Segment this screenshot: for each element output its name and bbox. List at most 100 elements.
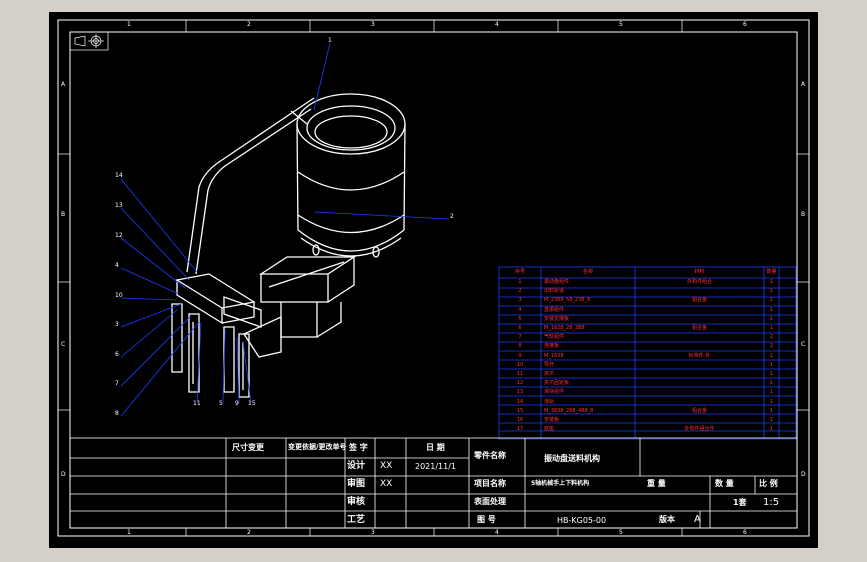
- bom-cell-name: 导杆: [544, 361, 555, 368]
- bom-header-qty: 数量: [766, 269, 777, 275]
- bom-cell-name: 出料轨道: [544, 288, 565, 295]
- tb-qty-h: 数 量: [715, 479, 734, 488]
- tb-rev: A: [694, 514, 701, 525]
- col-label: 3: [371, 21, 375, 28]
- col-label: 5: [619, 21, 623, 28]
- bom-cell-no: 12: [516, 380, 524, 387]
- col-label: 6: [743, 21, 747, 28]
- row-label: B: [61, 211, 66, 218]
- col-label: 2: [247, 21, 251, 28]
- bom-cell-no: 6: [518, 325, 522, 331]
- bom-cell-no: 13: [516, 389, 524, 396]
- row-label: D: [61, 471, 66, 478]
- bom-cell-qty: 2: [769, 343, 774, 350]
- tb-qty: 1套: [733, 498, 747, 507]
- tb-rev-h: 版本: [659, 515, 675, 524]
- row-label: B: [801, 211, 806, 218]
- bom-cell-no: 14: [516, 398, 524, 405]
- bom-header-name: 名称: [582, 269, 593, 275]
- row-label: A: [61, 81, 66, 88]
- tb-sign: 签 字: [349, 443, 368, 452]
- tb-design: 设计: [347, 461, 366, 471]
- bom-cell-name: 夹爪固定板: [544, 380, 570, 387]
- bom-cell-qty: 1: [769, 407, 774, 414]
- balloon-label: 4: [115, 262, 119, 269]
- tb-check: 审图: [347, 479, 366, 489]
- tb-weight-h: 重 量: [647, 479, 666, 488]
- tb-design-date: 2021/11/1: [415, 462, 457, 471]
- balloon-label: 1: [328, 37, 332, 44]
- col-label: 4: [495, 529, 499, 536]
- bom-cell-name: 夹爪: [544, 371, 555, 377]
- balloon-label: 7: [115, 380, 119, 387]
- tb-part-name-h: 零件名称: [474, 451, 506, 460]
- balloon-label: 6: [115, 351, 119, 358]
- row-label: C: [61, 341, 66, 348]
- bom-cell-mat: 铝合金: [691, 325, 707, 331]
- bom-cell-qty: 1: [769, 361, 774, 368]
- tb-proj: 5轴机械手上下料机构: [531, 480, 590, 487]
- balloon-label: 2: [450, 213, 454, 220]
- col-label: 2: [247, 529, 251, 536]
- leader-lines: [120, 42, 450, 417]
- bom-cell-qty: 1: [769, 352, 774, 359]
- bom-cell-mat: 标准件-外: [688, 352, 711, 359]
- bom-cell-qty: 2: [769, 334, 774, 341]
- bom-cell-name: 连接板: [544, 343, 560, 350]
- col-label: 5: [619, 529, 623, 536]
- row-label: D: [801, 471, 806, 478]
- bom-cell-mat: 铝合金: [691, 297, 707, 304]
- balloon-label: 15: [248, 400, 256, 407]
- balloon-label: 11: [193, 400, 201, 407]
- tb-process: 工艺: [347, 515, 366, 525]
- tb-drawing-no: HB-KG05-00: [557, 516, 607, 525]
- balloon-label: 12: [115, 232, 123, 239]
- bom-cell-no: 7: [518, 334, 522, 341]
- col-label: 6: [743, 529, 747, 536]
- balloon-label: 9: [235, 400, 239, 407]
- bom-cell-mat: 外购件组合件: [684, 426, 715, 433]
- bom-header-material: 材料: [694, 269, 705, 275]
- tb-surface-h: 表面处理: [474, 497, 506, 506]
- balloon-label: 5: [219, 400, 223, 407]
- bom-cell-name: 滑轨: [544, 398, 555, 405]
- bom-cell-name: M_1638: [544, 352, 564, 359]
- tb-design-by: XX: [380, 461, 393, 471]
- bom-cell-name: M_2389_58_238_8: [544, 297, 591, 304]
- tb-scale: 1:5: [763, 497, 780, 508]
- bom-cell-qty: 1: [769, 371, 774, 377]
- balloon-label: 13: [115, 202, 123, 209]
- tb-chg-mark: 尺寸变更: [232, 443, 264, 452]
- bom-cell-name: 安装板: [544, 417, 560, 423]
- bom-cell-qty: 1: [769, 288, 774, 295]
- bom-cell-name: 振动盘组件: [544, 279, 570, 285]
- bom-cell-qty: 1: [769, 389, 774, 396]
- bom-cell-no: 11: [516, 371, 524, 377]
- bom-cell-mat: 外购件组合: [686, 279, 712, 285]
- projection-symbol-icon: [69, 31, 109, 51]
- col-label: 1: [127, 21, 131, 28]
- balloon-label: 10: [115, 292, 123, 299]
- balloon-label: 3: [115, 321, 119, 328]
- bom-cell-name: 安装支撑板: [544, 315, 570, 322]
- bom-cell-name: 滑块组件: [544, 389, 565, 396]
- drawing-sheet: 1 2 3 4 5 6 1 2 3 4 5 6 A B C D A B C D …: [49, 12, 818, 548]
- bom-cell-qty: 1: [769, 325, 774, 331]
- balloon-label: 8: [115, 410, 119, 417]
- bom-cell-qty: 1: [769, 279, 774, 285]
- bom-cell-no: 9: [518, 352, 522, 359]
- bom-cell-qty: 1: [769, 398, 774, 405]
- machine-drawing: [171, 93, 406, 398]
- bom-cell-no: 1: [518, 279, 522, 285]
- bom-cell-qty: 1: [769, 380, 774, 387]
- bom-cell-name: 直振组件: [544, 306, 565, 313]
- bom-cell-qty: 1: [769, 306, 774, 313]
- bom-cell-qty: 1: [769, 315, 774, 322]
- bom-cell-mat: 铝合金: [691, 407, 707, 414]
- tb-chg-doc: 变更依据/更改单号: [288, 443, 347, 451]
- tb-review: 审核: [347, 497, 366, 507]
- col-label: 4: [495, 21, 499, 28]
- tb-date: 日 期: [426, 443, 445, 452]
- bom-cell-name: M_1628_28_388: [544, 325, 585, 331]
- tb-check-by: XX: [380, 479, 393, 489]
